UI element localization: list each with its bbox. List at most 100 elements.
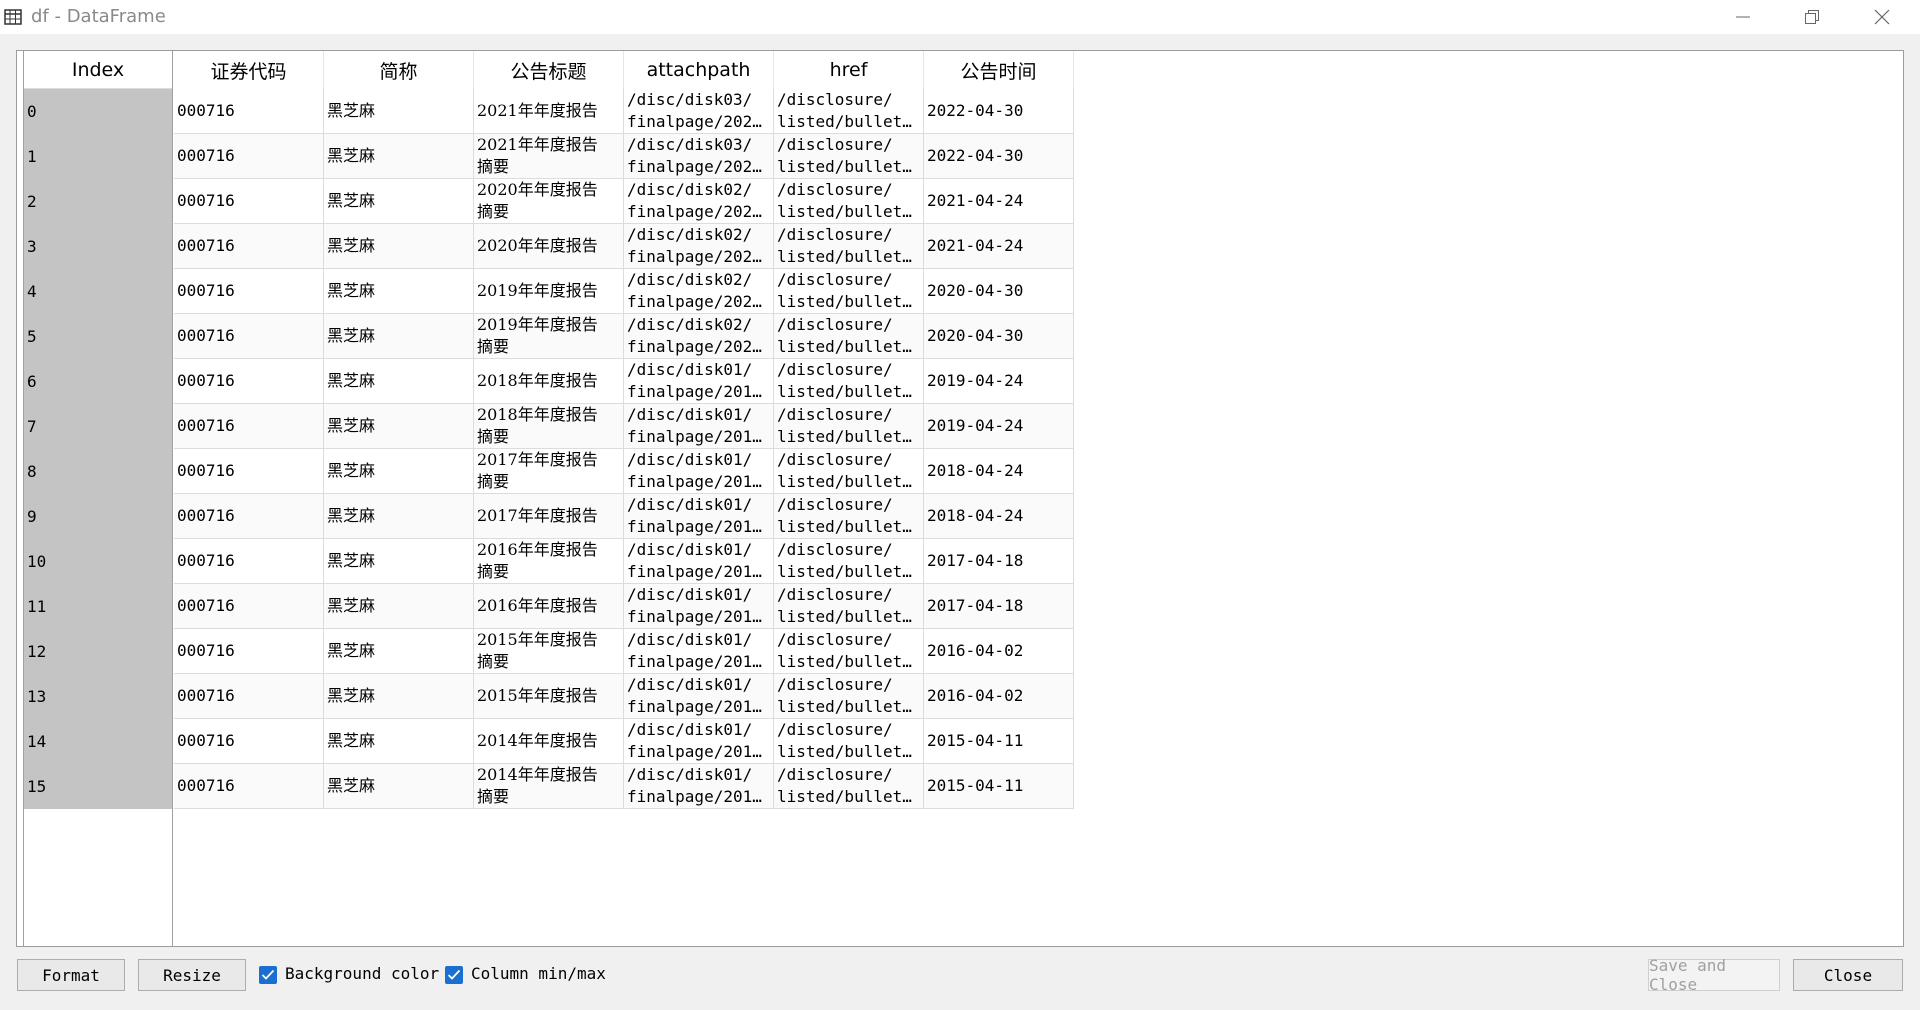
table-row[interactable]: 000716 黑芝麻 2020年年度报告 摘要/disc/disk02/finalpa… <box>174 179 1074 224</box>
column-header[interactable]: 公告标题 <box>474 51 624 89</box>
cell-date[interactable]: 2017-04-18 <box>924 584 1074 629</box>
cell-name[interactable]: 黑芝麻 <box>324 494 474 539</box>
cell-title[interactable]: 2015年年度报告 <box>474 674 624 719</box>
cell-attachpath[interactable]: /disc/disk03/finalpage/202… <box>624 134 774 179</box>
cell-attachpath[interactable]: /disc/disk01/finalpage/201… <box>624 359 774 404</box>
cell-href[interactable]: /disclosure/listed/bullet… <box>774 494 924 539</box>
cell-title[interactable]: 2020年年度报告 <box>474 224 624 269</box>
cell-date[interactable]: 2018-04-24 <box>924 449 1074 494</box>
table-row[interactable]: 000716 黑芝麻 2014年年度报告 摘要/disc/disk01/finalpa… <box>174 764 1074 809</box>
cell-name[interactable]: 黑芝麻 <box>324 179 474 224</box>
cell-attachpath[interactable]: /disc/disk02/finalpage/202… <box>624 179 774 224</box>
cell-name[interactable]: 黑芝麻 <box>324 674 474 719</box>
index-cell[interactable]: 6 <box>24 359 172 404</box>
cell-href[interactable]: /disclosure/listed/bullet… <box>774 584 924 629</box>
table-row[interactable]: 000716 黑芝麻 2017年年度报告/disc/disk01/finalpage… <box>174 494 1074 539</box>
cell-code[interactable]: 000716 <box>174 224 324 269</box>
cell-attachpath[interactable]: /disc/disk01/finalpage/201… <box>624 629 774 674</box>
cell-title[interactable]: 2020年年度报告 摘要 <box>474 179 624 224</box>
minimize-button[interactable] <box>1713 0 1773 34</box>
cell-date[interactable]: 2020-04-30 <box>924 269 1074 314</box>
cell-date[interactable]: 2016-04-02 <box>924 629 1074 674</box>
cell-href[interactable]: /disclosure/listed/bullet… <box>774 134 924 179</box>
cell-href[interactable]: /disclosure/listed/bullet… <box>774 719 924 764</box>
cell-code[interactable]: 000716 <box>174 629 324 674</box>
cell-code[interactable]: 000716 <box>174 539 324 584</box>
cell-code[interactable]: 000716 <box>174 89 324 134</box>
index-cell[interactable]: 4 <box>24 269 172 314</box>
column-header[interactable]: 证券代码 <box>174 51 324 89</box>
index-cell[interactable]: 10 <box>24 539 172 584</box>
cell-date[interactable]: 2015-04-11 <box>924 764 1074 809</box>
cell-code[interactable]: 000716 <box>174 404 324 449</box>
cell-title[interactable]: 2018年年度报告 摘要 <box>474 404 624 449</box>
cell-href[interactable]: /disclosure/listed/bullet… <box>774 539 924 584</box>
column-header[interactable]: 公告时间 <box>924 51 1074 89</box>
index-column[interactable]: Index 0 1 2 3 4 5 6 7 8 9 10 11 12 13 14 15 <box>23 51 173 946</box>
cell-href[interactable]: /disclosure/listed/bullet… <box>774 224 924 269</box>
cell-name[interactable]: 黑芝麻 <box>324 224 474 269</box>
cell-attachpath[interactable]: /disc/disk01/finalpage/201… <box>624 539 774 584</box>
cell-attachpath[interactable]: /disc/disk02/finalpage/202… <box>624 224 774 269</box>
cell-title[interactable]: 2019年年度报告 <box>474 269 624 314</box>
cell-code[interactable]: 000716 <box>174 134 324 179</box>
close-window-button[interactable] <box>1852 0 1912 34</box>
cell-code[interactable]: 000716 <box>174 584 324 629</box>
table-row[interactable]: 000716 黑芝麻 2016年年度报告 摘要/disc/disk01/finalpa… <box>174 539 1074 584</box>
column-header[interactable]: 简称 <box>324 51 474 89</box>
cell-code[interactable]: 000716 <box>174 674 324 719</box>
cell-code[interactable]: 000716 <box>174 494 324 539</box>
table-row[interactable]: 000716 黑芝麻 2018年年度报告/disc/disk01/finalpage… <box>174 359 1074 404</box>
cell-attachpath[interactable]: /disc/disk01/finalpage/201… <box>624 584 774 629</box>
cell-attachpath[interactable]: /disc/disk01/finalpage/201… <box>624 449 774 494</box>
table-row[interactable]: 000716 黑芝麻 2021年年度报告/disc/disk03/finalpage… <box>174 89 1074 134</box>
cell-code[interactable]: 000716 <box>174 449 324 494</box>
cell-name[interactable]: 黑芝麻 <box>324 584 474 629</box>
index-cell[interactable]: 5 <box>24 314 172 359</box>
cell-code[interactable]: 000716 <box>174 719 324 764</box>
cell-name[interactable]: 黑芝麻 <box>324 539 474 584</box>
index-cell[interactable]: 14 <box>24 719 172 764</box>
cell-name[interactable]: 黑芝麻 <box>324 764 474 809</box>
cell-href[interactable]: /disclosure/listed/bullet… <box>774 449 924 494</box>
table-row[interactable]: 000716 黑芝麻 2016年年度报告/disc/disk01/finalpage… <box>174 584 1074 629</box>
index-cell[interactable]: 1 <box>24 134 172 179</box>
cell-href[interactable]: /disclosure/listed/bullet… <box>774 629 924 674</box>
cell-date[interactable]: 2019-04-24 <box>924 404 1074 449</box>
cell-title[interactable]: 2017年年度报告 摘要 <box>474 449 624 494</box>
table-row[interactable]: 000716 黑芝麻 2017年年度报告 摘要/disc/disk01/finalpa… <box>174 449 1074 494</box>
table-row[interactable]: 000716 黑芝麻 2019年年度报告/disc/disk02/finalpage… <box>174 269 1074 314</box>
save-and-close-button[interactable]: Save and Close <box>1648 956 1780 994</box>
cell-name[interactable]: 黑芝麻 <box>324 449 474 494</box>
index-cell[interactable]: 0 <box>24 89 172 134</box>
table-row[interactable]: 000716 黑芝麻 2015年年度报告/disc/disk01/finalpage… <box>174 674 1074 719</box>
cell-code[interactable]: 000716 <box>174 764 324 809</box>
resize-button[interactable]: Resize <box>138 959 246 991</box>
index-cell[interactable]: 15 <box>24 764 172 809</box>
cell-date[interactable]: 2021-04-24 <box>924 179 1074 224</box>
cell-href[interactable]: /disclosure/listed/bullet… <box>774 89 924 134</box>
cell-attachpath[interactable]: /disc/disk01/finalpage/201… <box>624 719 774 764</box>
close-button[interactable]: Close <box>1793 959 1903 991</box>
cell-name[interactable]: 黑芝麻 <box>324 269 474 314</box>
cell-href[interactable]: /disclosure/listed/bullet… <box>774 179 924 224</box>
restore-button[interactable] <box>1782 0 1842 34</box>
cell-date[interactable]: 2022-04-30 <box>924 89 1074 134</box>
table-row[interactable]: 000716 黑芝麻 2019年年度报告 摘要/disc/disk02/finalpa… <box>174 314 1074 359</box>
cell-name[interactable]: 黑芝麻 <box>324 359 474 404</box>
cell-href[interactable]: /disclosure/listed/bullet… <box>774 314 924 359</box>
table-row[interactable]: 000716 黑芝麻 2015年年度报告 摘要/disc/disk01/finalpa… <box>174 629 1074 674</box>
cell-attachpath[interactable]: /disc/disk01/finalpage/201… <box>624 764 774 809</box>
cell-attachpath[interactable]: /disc/disk01/finalpage/201… <box>624 674 774 719</box>
cell-href[interactable]: /disclosure/listed/bullet… <box>774 269 924 314</box>
cell-title[interactable]: 2019年年度报告 摘要 <box>474 314 624 359</box>
column-minmax-checkbox[interactable] <box>445 966 463 984</box>
cell-attachpath[interactable]: /disc/disk02/finalpage/202… <box>624 269 774 314</box>
cell-name[interactable]: 黑芝麻 <box>324 314 474 359</box>
cell-date[interactable]: 2020-04-30 <box>924 314 1074 359</box>
column-header[interactable]: href <box>774 51 924 89</box>
index-cell[interactable]: 12 <box>24 629 172 674</box>
cell-date[interactable]: 2017-04-18 <box>924 539 1074 584</box>
table-row[interactable]: 000716 黑芝麻 2020年年度报告/disc/disk02/finalpage… <box>174 224 1074 269</box>
cell-code[interactable]: 000716 <box>174 179 324 224</box>
